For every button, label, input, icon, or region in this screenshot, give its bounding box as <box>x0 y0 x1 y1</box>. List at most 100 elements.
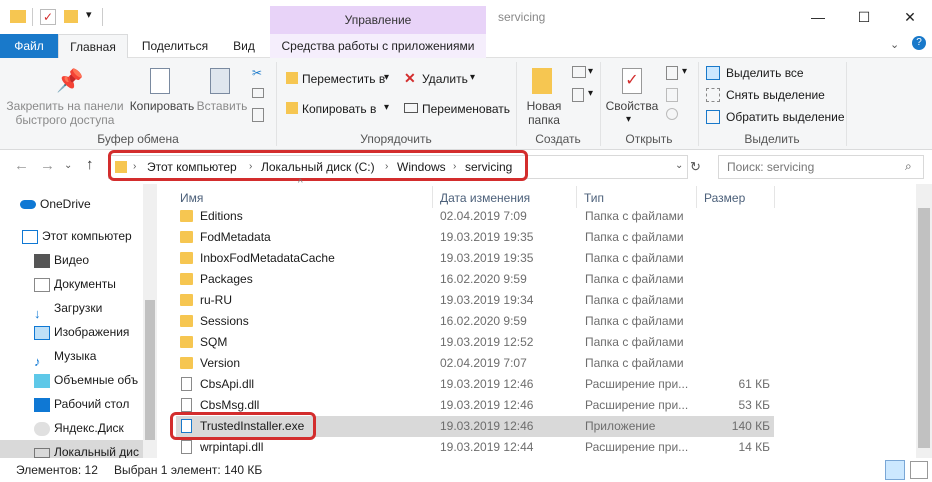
window-title: servicing <box>498 10 546 24</box>
properties-icon: ✓ <box>622 68 642 94</box>
chevron-down-icon[interactable]: ▾ <box>588 66 593 77</box>
new-item-icon[interactable] <box>572 66 586 78</box>
large-icons-view-icon[interactable] <box>910 461 928 479</box>
new-folder-button[interactable]: Новая папка <box>520 62 568 127</box>
ribbon: 📌 Закрепить на панели быстрого доступа К… <box>0 58 932 150</box>
address-highlight-frame <box>108 150 528 181</box>
column-header-size[interactable]: Размер <box>704 191 745 205</box>
tab-app-tools[interactable]: Средства работы с приложениями <box>270 34 486 58</box>
table-row[interactable]: Version 02.04.2019 7:07 Папка с файлами <box>176 353 774 374</box>
group-select: Выделить <box>744 132 800 146</box>
copy-to-button[interactable]: Копировать в ▾ <box>284 100 396 118</box>
tab-home[interactable]: Главная <box>58 34 128 59</box>
pin-quick-access-button[interactable]: 📌 Закрепить на панели быстрого доступа <box>0 62 130 127</box>
table-row[interactable]: FodMetadata 19.03.2019 19:35 Папка с файла… <box>176 227 774 248</box>
nav-item-onedrive[interactable]: OneDrive <box>20 192 162 216</box>
context-tab-manage[interactable]: Управление <box>270 6 486 34</box>
details-view-icon[interactable] <box>885 460 905 480</box>
table-row[interactable]: SQM 19.03.2019 12:52 Папка с файлами <box>176 332 774 353</box>
file-date: 16.02.2020 9:59 <box>440 272 527 286</box>
select-all-label: Выделить все <box>726 66 804 80</box>
delete-icon: ✕ <box>404 70 416 86</box>
rename-button[interactable]: Переименовать <box>404 100 516 118</box>
file-name: Version <box>200 356 241 370</box>
forward-button[interactable]: → <box>40 157 55 174</box>
tab-view[interactable]: Вид <box>222 34 266 58</box>
table-row[interactable]: ru-RU 19.03.2019 19:34 Папка с файлами <box>176 290 774 311</box>
select-all-button[interactable]: Выделить все <box>706 64 846 82</box>
list-scrollbar-thumb[interactable] <box>918 208 930 448</box>
table-row[interactable]: Sessions 16.02.2020 9:59 Папка с файлами <box>176 311 774 332</box>
delete-button[interactable]: ✕ Удалить ▾ <box>404 70 484 88</box>
quick-access-dropdown-icon[interactable]: ▾ <box>86 8 92 21</box>
chevron-down-icon: ▾ <box>470 72 476 83</box>
invert-selection-button[interactable]: Обратить выделение <box>706 108 846 126</box>
properties-label: Свойства <box>605 99 659 113</box>
video-icon <box>34 253 50 268</box>
folder-icon <box>180 336 193 348</box>
column-header-name[interactable]: Имя <box>180 191 203 205</box>
edit-icon[interactable] <box>666 88 678 102</box>
up-button[interactable]: ↑ <box>86 156 94 173</box>
desktop-icon <box>34 397 50 412</box>
copy-path-icon[interactable] <box>252 88 264 98</box>
chevron-down-icon[interactable]: ▾ <box>588 88 593 99</box>
paste-shortcut-icon[interactable] <box>252 108 264 122</box>
select-all-icon <box>706 66 720 80</box>
title-bar: ✓ ▾ Управление servicing — ☐ ✕ <box>0 0 932 34</box>
minimize-button[interactable]: — <box>795 0 841 34</box>
refresh-icon[interactable]: ↻ <box>690 159 701 175</box>
file-type: Папка с файлами <box>585 251 684 265</box>
file-type: Папка с файлами <box>585 356 684 370</box>
folder-icon <box>180 357 193 369</box>
history-icon[interactable] <box>666 108 678 120</box>
file-type: Папка с файлами <box>585 272 684 286</box>
group-organize: Упорядочить <box>360 132 432 146</box>
clipboard-icon <box>210 68 230 94</box>
copy-button[interactable]: Копировать <box>128 62 196 122</box>
table-row[interactable]: CbsApi.dll 19.03.2019 12:46 Расширение при… <box>176 374 774 395</box>
copy-icon <box>150 68 170 94</box>
new-folder-label-line1: Новая <box>526 99 562 113</box>
tab-file[interactable]: Файл <box>0 34 58 58</box>
ribbon-collapse-icon[interactable]: ⌄ <box>890 38 899 51</box>
pin-icon: 📌 <box>56 68 84 93</box>
search-icon: ⌕ <box>905 159 912 173</box>
file-name: Editions <box>200 209 243 223</box>
sort-indicator-icon: ^ <box>298 178 303 189</box>
tab-share[interactable]: Поделиться <box>134 34 216 58</box>
file-name: wrpintapi.dll <box>200 440 264 454</box>
group-open: Открыть <box>625 132 673 146</box>
close-button[interactable]: ✕ <box>887 0 932 34</box>
file-name: InboxFodMetadataCache <box>200 251 335 265</box>
table-row[interactable]: Packages 16.02.2020 9:59 Папка с файлами <box>176 269 774 290</box>
chevron-down-icon[interactable]: ▾ <box>682 66 687 77</box>
properties-button[interactable]: ✓ Свойства ▾ <box>604 62 660 132</box>
nav-scrollbar-thumb[interactable] <box>145 300 155 440</box>
cut-icon[interactable]: ✂ <box>252 66 262 80</box>
item-count: Элементов: 12 <box>16 463 98 477</box>
file-date: 19.03.2019 12:46 <box>440 377 534 391</box>
folder-icon <box>180 231 193 243</box>
paste-button[interactable]: Вставить <box>196 62 248 122</box>
file-name: Packages <box>200 272 253 286</box>
select-none-button[interactable]: Снять выделение <box>706 86 846 104</box>
properties-quick-icon[interactable]: ✓ <box>40 9 56 25</box>
recent-locations-button[interactable]: ⌄ <box>64 160 72 171</box>
maximize-button[interactable]: ☐ <box>841 0 887 34</box>
column-header-date[interactable]: Дата изменения <box>440 191 530 205</box>
table-row[interactable]: Editions 02.04.2019 7:09 Папка с файлами <box>176 206 774 227</box>
column-header-type[interactable]: Тип <box>584 191 604 205</box>
address-dropdown-icon[interactable]: ⌄ <box>675 160 683 171</box>
help-icon[interactable]: ? <box>912 36 926 50</box>
table-row[interactable]: InboxFodMetadataCache 19.03.2019 19:35 Пап… <box>176 248 774 269</box>
search-input[interactable]: Поиск: servicing ⌕ <box>718 155 924 179</box>
table-row[interactable]: wrpintapi.dll 19.03.2019 12:44 Расширение … <box>176 437 774 458</box>
move-to-button[interactable]: Переместить в ▾ <box>284 70 396 88</box>
back-button[interactable]: ← <box>14 157 29 174</box>
open-icon[interactable] <box>666 66 678 80</box>
file-date: 19.03.2019 12:52 <box>440 335 534 349</box>
new-folder-quick-icon[interactable] <box>64 10 78 23</box>
chevron-down-icon: ▾ <box>384 72 390 83</box>
easy-access-icon[interactable] <box>572 88 584 102</box>
